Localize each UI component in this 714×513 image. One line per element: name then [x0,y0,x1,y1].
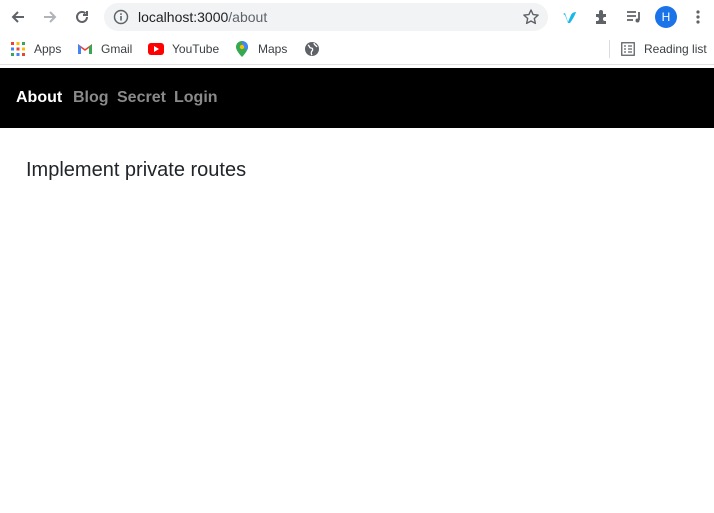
profile-avatar[interactable]: H [655,6,677,28]
bookmark-youtube[interactable]: YouTube [148,40,219,58]
globe-icon [304,41,320,57]
youtube-icon [148,41,164,57]
media-queue-icon[interactable] [622,5,646,29]
address-path: /about [228,9,268,25]
menu-kebab-icon[interactable] [686,5,710,29]
page-heading: Implement private routes [26,159,247,181]
bookmark-label: Gmail [101,42,133,56]
reading-list-icon [620,41,636,57]
bookmarks-bar: Apps Gmail YouTube Maps Reading list [0,34,714,65]
address-url[interactable]: localhost:3000/about [138,9,267,25]
bookmark-globe[interactable] [304,40,328,58]
bookmark-star-icon[interactable] [522,8,540,26]
vimeo-extension-icon[interactable] [558,5,582,29]
extensions-puzzle-icon[interactable] [590,5,614,29]
bookmark-label: Apps [34,42,62,56]
bookmark-label: Maps [258,42,288,56]
reading-list-label: Reading list [644,42,707,56]
site-navbar: About Blog Secret Login [0,68,714,128]
gmail-icon [77,41,93,57]
nav-link-about[interactable]: About [16,89,62,107]
address-host: localhost:3000 [138,9,229,25]
maps-pin-icon [234,41,250,57]
bookmark-apps[interactable]: Apps [10,40,61,58]
address-bar[interactable]: localhost:3000/about [104,3,548,31]
bookmark-label: YouTube [172,42,220,56]
forward-arrow-icon[interactable] [38,5,62,29]
bookmark-gmail[interactable]: Gmail [77,40,132,58]
nav-link-blog[interactable]: Blog [73,89,109,107]
browser-toolbar: localhost:3000/about H [0,0,714,34]
apps-grid-icon [10,41,26,57]
info-icon[interactable] [113,9,129,25]
bookmark-maps[interactable]: Maps [234,40,287,58]
reload-icon[interactable] [70,5,94,29]
nav-link-secret[interactable]: Secret [117,89,166,107]
nav-link-login[interactable]: Login [174,89,218,107]
reading-list-button[interactable]: Reading list [620,40,707,58]
back-arrow-icon[interactable] [6,5,30,29]
bookmarks-separator [609,40,610,58]
